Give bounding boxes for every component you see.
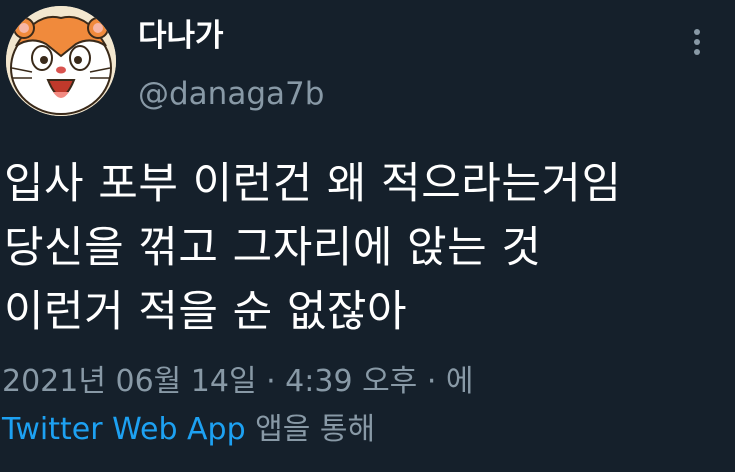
source-app-link[interactable]: Twitter Web App [2,412,246,447]
tweet-text-line: 입사 포부 이런건 왜 적으라는거임 [4,159,622,209]
source-suffix-text: 앱을 통해 [245,412,376,447]
hamster-avatar-icon [6,6,116,116]
display-name[interactable]: 다나가 [138,16,224,56]
tweet-text-line: 당신을 꺾고 그자리에 앉는 것 [4,223,542,273]
tweet-card: 다나가 @danaga7b 입사 포부 이런건 왜 적으라는거임 당신을 꺾고 … [0,0,735,472]
avatar[interactable] [6,6,116,116]
tweet-text-line: 이런거 적을 순 없잖아 [4,287,408,337]
tweet-timestamp[interactable]: 2021년 06월 14일 · 4:39 오후 · 에 [2,362,474,402]
tweet-source: Twitter Web App 앱을 통해 [2,410,375,450]
tweet-text: 입사 포부 이런건 왜 적으라는거임 당신을 꺾고 그자리에 앉는 것 이런거 … [4,152,724,344]
more-options-button[interactable] [682,22,712,62]
user-handle[interactable]: @danaga7b [138,74,324,114]
more-vertical-icon [694,29,700,55]
